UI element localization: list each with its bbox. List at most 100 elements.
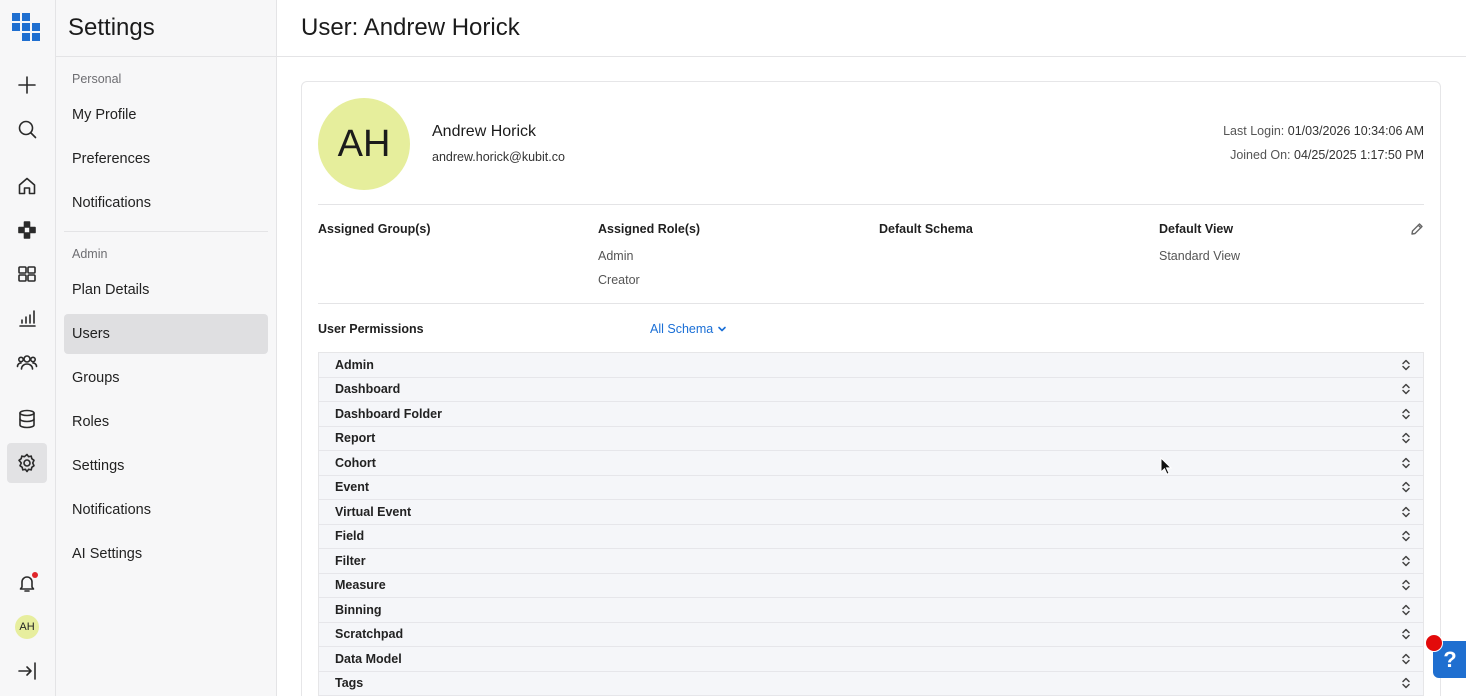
section-label-personal: Personal — [72, 72, 122, 86]
settings-sidebar: Settings Personal My Profile Preferences… — [56, 0, 277, 696]
collapse-sidebar-icon[interactable] — [7, 651, 47, 691]
sidebar-item-plan-details[interactable]: Plan Details — [64, 270, 268, 310]
schema-dropdown[interactable]: All Schema — [650, 322, 727, 336]
users-icon[interactable] — [7, 342, 47, 382]
notification-dot — [32, 572, 38, 578]
expand-collapse-icon[interactable] — [1401, 603, 1411, 617]
last-login: Last Login: 01/03/2026 10:34:06 AM — [1223, 124, 1424, 138]
permission-row[interactable]: Filter — [319, 549, 1423, 574]
sidebar-item-users[interactable]: Users — [64, 314, 268, 354]
permission-row[interactable]: Scratchpad — [319, 622, 1423, 647]
permission-row-label: Scratchpad — [335, 627, 404, 642]
assigned-groups-heading: Assigned Group(s) — [318, 222, 431, 236]
sidebar-item-personal-notifications[interactable]: Notifications — [64, 183, 268, 223]
permission-row[interactable]: Report — [319, 426, 1423, 451]
permission-row-label: Report — [335, 431, 376, 446]
sidebar-title: Settings — [68, 14, 155, 41]
gear-icon[interactable] — [7, 443, 47, 483]
role-item: Admin — [598, 249, 634, 263]
bell-icon[interactable] — [7, 563, 47, 603]
permission-row[interactable]: Event — [319, 475, 1423, 500]
expand-collapse-icon[interactable] — [1401, 480, 1411, 494]
joined-on-value: 04/25/2025 1:17:50 PM — [1294, 148, 1424, 162]
user-avatar[interactable]: AH — [7, 607, 47, 647]
last-login-label: Last Login: — [1223, 124, 1285, 138]
permission-row-label: Data Model — [335, 651, 402, 666]
expand-collapse-icon[interactable] — [1401, 676, 1411, 690]
main-content: User: Andrew Horick AH Andrew Horick and… — [277, 0, 1466, 696]
assigned-roles: Assigned Role(s) Admin Creator — [598, 222, 868, 287]
permission-row-label: Filter — [335, 553, 366, 568]
permission-row[interactable]: Dashboard Folder — [319, 402, 1423, 427]
expand-collapse-icon[interactable] — [1401, 505, 1411, 519]
logo-icon[interactable] — [12, 13, 42, 43]
sidebar-item-preferences[interactable]: Preferences — [64, 139, 268, 179]
role-item: Creator — [598, 273, 640, 287]
joined-on-label: Joined On: — [1230, 148, 1291, 162]
search-icon[interactable] — [7, 109, 47, 149]
expand-collapse-icon[interactable] — [1401, 431, 1411, 445]
avatar: AH — [15, 615, 39, 639]
expand-collapse-icon[interactable] — [1401, 554, 1411, 568]
mouse-cursor-icon — [1160, 457, 1172, 475]
permission-row[interactable]: Binning — [319, 598, 1423, 623]
edit-icon[interactable] — [1410, 222, 1424, 236]
user-card: AH Andrew Horick andrew.horick@kubit.co … — [301, 81, 1441, 696]
divider — [318, 303, 1424, 304]
permission-row[interactable]: Virtual Event — [319, 500, 1423, 525]
sidebar-item-groups[interactable]: Groups — [64, 358, 268, 398]
expand-collapse-icon[interactable] — [1401, 529, 1411, 543]
expand-collapse-icon[interactable] — [1401, 627, 1411, 641]
permission-row-label: Binning — [335, 602, 382, 617]
permission-row-label: Dashboard Folder — [335, 406, 442, 421]
permission-row[interactable]: Dashboard — [319, 377, 1423, 402]
divider — [277, 56, 1466, 57]
permission-row-label: Admin — [335, 357, 374, 372]
expand-collapse-icon[interactable] — [1401, 456, 1411, 470]
permission-row[interactable]: Data Model — [319, 647, 1423, 672]
sidebar-item-my-profile[interactable]: My Profile — [64, 95, 268, 135]
permission-row[interactable]: Field — [319, 524, 1423, 549]
plus-icon[interactable] — [7, 65, 47, 105]
sidebar-item-roles[interactable]: Roles — [64, 402, 268, 442]
permission-row-label: Virtual Event — [335, 504, 412, 519]
permission-row[interactable]: Cohort — [319, 451, 1423, 476]
sidebar-item-settings[interactable]: Settings — [64, 446, 268, 486]
default-view: Default View Standard View — [1159, 222, 1429, 263]
expand-collapse-icon[interactable] — [1401, 407, 1411, 421]
default-view-heading: Default View — [1159, 222, 1234, 236]
permission-row-label: Measure — [335, 578, 386, 593]
user-email: andrew.horick@kubit.co — [432, 150, 565, 164]
permission-row[interactable]: Admin — [319, 353, 1423, 378]
sidebar-item-admin-notifications[interactable]: Notifications — [64, 490, 268, 530]
divider — [318, 204, 1424, 205]
expand-collapse-icon[interactable] — [1401, 358, 1411, 372]
home-icon[interactable] — [7, 166, 47, 206]
default-view-value: Standard View — [1159, 249, 1241, 263]
section-label-admin: Admin — [72, 247, 108, 261]
help-notification-dot — [1425, 634, 1443, 652]
icon-rail: AH — [0, 0, 56, 696]
user-permissions-label: User Permissions — [318, 322, 424, 336]
apps-icon[interactable] — [7, 210, 47, 250]
permissions-table: Admin Dashboard Dashboard Folder Report Coho… — [318, 352, 1424, 696]
dashboard-icon[interactable] — [7, 254, 47, 294]
permission-row-label: Dashboard — [335, 382, 401, 397]
assigned-roles-heading: Assigned Role(s) — [598, 222, 701, 236]
expand-collapse-icon[interactable] — [1401, 578, 1411, 592]
database-icon[interactable] — [7, 399, 47, 439]
permission-row-label: Cohort — [335, 455, 376, 470]
permission-row[interactable]: Measure — [319, 573, 1423, 598]
default-schema-heading: Default Schema — [879, 222, 973, 236]
permission-row-label: Tags — [335, 676, 364, 691]
chart-icon[interactable] — [7, 298, 47, 338]
expand-collapse-icon[interactable] — [1401, 652, 1411, 666]
sidebar-item-ai-settings[interactable]: AI Settings — [64, 534, 268, 574]
assigned-groups: Assigned Group(s) — [318, 222, 588, 236]
schema-dropdown-label: All Schema — [650, 322, 714, 336]
permission-row-label: Field — [335, 529, 365, 544]
permission-row[interactable]: Tags — [319, 671, 1423, 696]
divider — [56, 56, 277, 57]
divider — [64, 231, 268, 232]
expand-collapse-icon[interactable] — [1401, 382, 1411, 396]
